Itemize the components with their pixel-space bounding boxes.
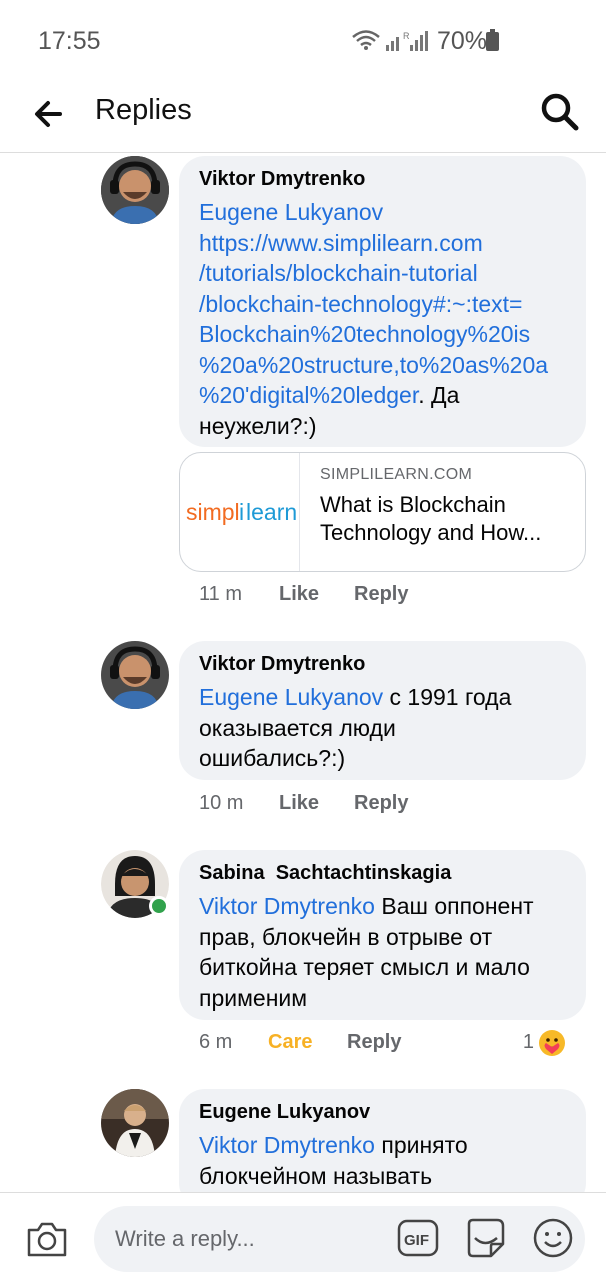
- sticker-icon[interactable]: [463, 1216, 507, 1260]
- mention-link[interactable]: Eugene Lukyanov: [199, 684, 383, 710]
- reaction-count-number: 1: [522, 1031, 534, 1053]
- back-arrow-icon[interactable]: [30, 94, 70, 134]
- url-link[interactable]: Blockchain%20technology%20is: [199, 321, 530, 347]
- link-preview-card[interactable]: simpl i learn SIMPLILEARN.COM What is Bl…: [179, 452, 586, 572]
- avatar-photo: [101, 156, 169, 224]
- care-emoji-icon: [539, 1029, 565, 1056]
- avatar[interactable]: [101, 1089, 169, 1157]
- wifi-icon: [352, 30, 380, 50]
- url-link[interactable]: %20a%20structure,to%20as%20a: [199, 352, 548, 378]
- comment-bubble: Viktor Dmytrenko Eugene Lukyanov https:/…: [179, 156, 586, 447]
- url-link[interactable]: %20'digital%20ledger: [199, 382, 418, 408]
- link-thumbnail: simpl i learn: [180, 453, 300, 571]
- svg-text:GIF: GIF: [404, 1232, 429, 1249]
- comment-text-part: с 1991 года: [383, 684, 512, 710]
- url-link[interactable]: /blockchain-technology#:~:text=: [199, 291, 522, 317]
- mention-link[interactable]: Viktor Dmytrenko: [199, 1132, 375, 1158]
- comment-bubble: Eugene Lukyanov Viktor Dmytrenko принято…: [179, 1089, 586, 1209]
- comment-time: 10 m: [199, 792, 244, 814]
- mention-link[interactable]: Eugene Lukyanov: [199, 199, 383, 225]
- comment-bubble: Sabina Sachtachtinskagia Viktor Dmytrenk…: [179, 850, 586, 1020]
- camera-icon[interactable]: [26, 1220, 68, 1258]
- comment-text-part: . Да: [418, 382, 460, 408]
- comment-actions: 6 m Care Reply 1: [199, 1029, 586, 1057]
- like-button[interactable]: Like: [279, 792, 354, 815]
- comment-text-part: ошибались?:): [199, 745, 346, 771]
- url-link[interactable]: /tutorials/blockchain-tutorial: [199, 260, 478, 286]
- comment-text: Eugene Lukyanov https://www.simplilearn.…: [199, 197, 566, 441]
- status-time: 17:55: [38, 27, 101, 55]
- avatar[interactable]: [101, 156, 169, 224]
- comment-text-part: оказывается люди: [199, 714, 396, 741]
- avatar-photo: [101, 641, 169, 709]
- svg-text:simpl: simpl: [186, 499, 240, 525]
- comment-text-part: Ваш оппонент: [374, 893, 534, 919]
- comment-text-part: неужели?:): [199, 412, 317, 439]
- emoji-icon[interactable]: [532, 1217, 574, 1259]
- comment-actions: 11 m Like Reply: [199, 583, 408, 606]
- like-button[interactable]: Like: [279, 583, 354, 606]
- comment-text-part: прав, блокчейн в отрыве от: [199, 923, 493, 950]
- search-icon[interactable]: [538, 90, 582, 134]
- svg-text:i: i: [239, 499, 244, 525]
- comment-text: Eugene Lukyanov с 1991 года оказывается …: [199, 682, 566, 774]
- reply-button[interactable]: Reply: [354, 792, 408, 815]
- link-title: What is Blockchain Technology and How...: [320, 492, 542, 545]
- header: Replies: [0, 80, 606, 153]
- status-bar: 17:55 R 70%: [0, 0, 606, 80]
- care-reaction-button[interactable]: Care: [268, 1031, 347, 1054]
- comment-time: 6 m: [199, 1031, 233, 1053]
- comment-time: 11 m: [199, 583, 242, 605]
- reply-button[interactable]: Reply: [347, 1031, 401, 1054]
- reply-input[interactable]: Write a reply... GIF: [94, 1206, 585, 1272]
- link-domain: SIMPLILEARN.COM: [320, 466, 473, 483]
- gif-icon[interactable]: GIF: [397, 1218, 439, 1258]
- battery-level: 70%: [437, 27, 488, 55]
- reply-composer: Write a reply... GIF: [0, 1192, 606, 1280]
- comment-author[interactable]: Eugene Lukyanov: [199, 1101, 566, 1124]
- reply-placeholder: Write a reply...: [115, 1226, 255, 1251]
- comment-author[interactable]: Viktor Dmytrenko: [199, 168, 566, 191]
- comment-actions: 10 m Like Reply: [199, 792, 408, 815]
- url-link[interactable]: https://www.simplilearn.com: [199, 230, 483, 256]
- comment-text-part: применим: [199, 984, 308, 1011]
- avatar-photo: [101, 1089, 169, 1157]
- signal-icon: R: [386, 31, 428, 51]
- reaction-count[interactable]: 1: [523, 1029, 566, 1057]
- svg-text:R: R: [403, 31, 410, 41]
- battery-icon: [486, 29, 499, 51]
- avatar[interactable]: [101, 850, 169, 918]
- comment-text-part: принято: [374, 1132, 468, 1158]
- comment-text-part: биткойна теряет смысл и мало: [199, 954, 530, 980]
- comment-author[interactable]: Sabina Sachtachtinskagia: [199, 862, 566, 885]
- mention-link[interactable]: Viktor Dmytrenko: [199, 893, 375, 919]
- simplilearn-logo: simpl i learn: [186, 499, 296, 525]
- svg-text:learn: learn: [246, 499, 296, 525]
- comment-text: Viktor Dmytrenko принято блокчейном назы…: [199, 1130, 566, 1191]
- comment-author[interactable]: Viktor Dmytrenko: [199, 653, 566, 676]
- comment-text: Viktor Dmytrenko Ваш оппонент прав, блок…: [199, 891, 566, 1013]
- avatar[interactable]: [101, 641, 169, 709]
- comment-bubble: Viktor Dmytrenko Eugene Lukyanov с 1991 …: [179, 641, 586, 780]
- reply-button[interactable]: Reply: [354, 583, 408, 606]
- page-title: Replies: [95, 94, 192, 126]
- online-status-dot: [149, 896, 169, 916]
- comment-text-part: блокчейном называть: [199, 1162, 433, 1189]
